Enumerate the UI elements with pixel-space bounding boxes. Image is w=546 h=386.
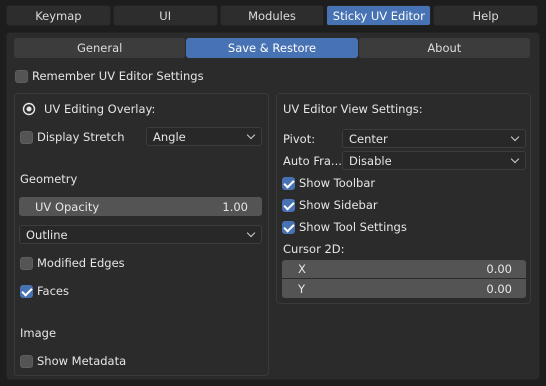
chevron-down-icon bbox=[246, 228, 256, 238]
overlay-header: UV Editing Overlay: bbox=[22, 100, 155, 118]
show-metadata-row[interactable]: Show Metadata bbox=[20, 352, 126, 370]
show-metadata-label: Show Metadata bbox=[37, 354, 127, 368]
cursor-x-label: X bbox=[298, 262, 306, 276]
view-settings-title: UV Editor View Settings: bbox=[283, 102, 423, 116]
tab-keymap[interactable]: Keymap bbox=[6, 5, 111, 26]
image-heading: Image bbox=[20, 326, 57, 340]
faces-label: Faces bbox=[37, 284, 69, 298]
cursor-y-label: Y bbox=[298, 281, 306, 296]
stretch-mode-value: Angle bbox=[153, 129, 186, 144]
modified-edges-row[interactable]: Modified Edges bbox=[20, 254, 125, 272]
uv-overlay-icon bbox=[22, 102, 36, 116]
pivot-value: Center bbox=[349, 131, 388, 146]
tab-sticky-uv-editor[interactable]: Sticky UV Editor bbox=[326, 5, 432, 26]
cursor-y-field[interactable]: Y 0.00 bbox=[282, 279, 526, 298]
remember-settings-label: Remember UV Editor Settings bbox=[32, 69, 204, 83]
display-stretch-checkbox[interactable] bbox=[20, 130, 33, 144]
chevron-down-icon bbox=[510, 154, 520, 164]
show-sidebar-label: Show Sidebar bbox=[299, 198, 378, 212]
auto-frame-label: Auto Fra... bbox=[283, 154, 342, 168]
show-toolbar-row[interactable]: Show Toolbar bbox=[282, 174, 375, 192]
auto-frame-dropdown[interactable]: Disable bbox=[342, 151, 526, 170]
show-toolbar-checkbox[interactable] bbox=[282, 176, 295, 190]
show-tool-settings-label: Show Tool Settings bbox=[299, 220, 407, 234]
uv-opacity-field[interactable]: UV Opacity 1.00 bbox=[19, 197, 262, 216]
tab-ui[interactable]: UI bbox=[112, 5, 218, 26]
show-sidebar-checkbox[interactable] bbox=[282, 198, 295, 212]
tab-modules[interactable]: Modules bbox=[219, 5, 325, 26]
cursor-y-value: 0.00 bbox=[486, 281, 512, 296]
show-toolbar-label: Show Toolbar bbox=[299, 176, 376, 190]
uv-opacity-label: UV Opacity bbox=[35, 199, 100, 214]
stretch-mode-dropdown[interactable]: Angle bbox=[146, 127, 262, 146]
cursor-x-field[interactable]: X 0.00 bbox=[282, 260, 526, 279]
chevron-down-icon bbox=[246, 130, 256, 140]
remember-settings-row[interactable]: Remember UV Editor Settings bbox=[15, 67, 204, 85]
edge-mode-value: Outline bbox=[26, 227, 68, 242]
subtab-save-restore[interactable]: Save & Restore bbox=[186, 38, 358, 58]
geometry-heading: Geometry bbox=[20, 172, 78, 186]
uv-opacity-value: 1.00 bbox=[222, 199, 248, 214]
remember-settings-checkbox[interactable] bbox=[15, 69, 28, 83]
auto-frame-value: Disable bbox=[349, 153, 392, 168]
subtab-general[interactable]: General bbox=[14, 38, 186, 58]
top-tab-bar: Keymap UI Modules Sticky UV Editor Help bbox=[6, 5, 538, 27]
show-tool-settings-row[interactable]: Show Tool Settings bbox=[282, 218, 407, 236]
show-sidebar-row[interactable]: Show Sidebar bbox=[282, 196, 378, 214]
chevron-down-icon bbox=[510, 132, 520, 142]
show-metadata-checkbox[interactable] bbox=[20, 354, 33, 368]
overlay-title: UV Editing Overlay: bbox=[44, 102, 156, 116]
cursor-2d-label: Cursor 2D: bbox=[283, 242, 345, 256]
modified-edges-checkbox[interactable] bbox=[20, 256, 33, 270]
cursor-x-value: 0.00 bbox=[486, 262, 512, 276]
tab-help[interactable]: Help bbox=[433, 5, 538, 26]
show-tool-settings-checkbox[interactable] bbox=[282, 220, 295, 234]
display-stretch-row[interactable]: Display Stretch bbox=[20, 128, 125, 146]
modified-edges-label: Modified Edges bbox=[37, 256, 125, 270]
pivot-dropdown[interactable]: Center bbox=[342, 129, 526, 148]
faces-checkbox[interactable] bbox=[20, 284, 33, 298]
edge-mode-dropdown[interactable]: Outline bbox=[19, 225, 262, 244]
display-stretch-label: Display Stretch bbox=[37, 130, 125, 144]
subtab-about[interactable]: About bbox=[358, 38, 530, 58]
pivot-label: Pivot: bbox=[283, 132, 316, 146]
faces-row[interactable]: Faces bbox=[20, 282, 69, 300]
sub-tab-bar: General Save & Restore About bbox=[14, 38, 530, 58]
